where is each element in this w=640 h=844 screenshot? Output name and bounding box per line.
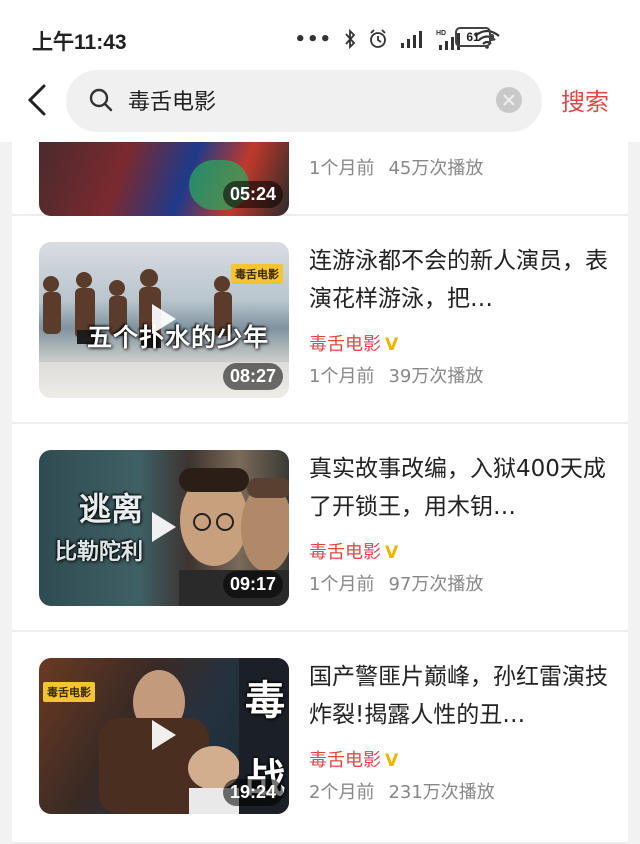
signal-icon — [401, 31, 422, 48]
video-duration: 09:17 — [222, 571, 283, 598]
verified-badge-icon: V — [385, 543, 399, 563]
list-item[interactable]: 05:24 1个月前 45万次播放 — [12, 142, 628, 216]
video-views: 97万次播放 — [388, 574, 484, 595]
thumbnail-overlay-title: 毒 — [245, 678, 285, 724]
video-age: 1个月前 — [309, 158, 375, 179]
video-views: 39万次播放 — [388, 366, 484, 387]
video-thumbnail[interactable]: 毒舌电影 毒 战 19:24 — [39, 658, 289, 814]
video-views: 231万次播放 — [388, 782, 495, 803]
channel-name[interactable]: 毒舌电影 V — [309, 746, 398, 772]
video-list: 05:24 1个月前 45万次播放 毒舌电影 五个扑水的少年 08:27 连游泳… — [12, 142, 628, 844]
video-age: 1个月前 — [309, 366, 375, 387]
verified-badge-icon: V — [385, 335, 399, 355]
status-time: 上午11:43 — [32, 31, 127, 54]
video-age: 2个月前 — [309, 782, 375, 803]
video-duration: 19:24 — [222, 779, 283, 806]
video-meta: 1个月前 45万次播放 — [309, 154, 483, 180]
list-item[interactable]: 毒舌电影 毒 战 19:24 国产警匪片巅峰，孙红雷演技炸裂!揭露人性的丑… 毒… — [12, 632, 628, 844]
search-box[interactable] — [66, 70, 542, 132]
thumbnail-brand-tag: 毒舌电影 — [231, 264, 283, 284]
thumbnail-brand-tag: 毒舌电影 — [43, 682, 95, 702]
channel-name[interactable]: 毒舌电影 V — [309, 538, 398, 564]
chevron-left-icon — [27, 84, 46, 116]
thumbnail-overlay-subtitle: 比勒陀利 — [55, 540, 144, 565]
bluetooth-icon — [345, 29, 356, 49]
video-meta: 1个月前 39万次播放 — [309, 362, 483, 388]
video-thumbnail[interactable]: 逃离 比勒陀利 09:17 — [39, 450, 289, 606]
video-title[interactable]: 真实故事改编，入狱400天成了开锁王，用木钥… — [309, 450, 609, 526]
video-thumbnail[interactable]: 05:24 — [39, 142, 289, 216]
more-dots-icon: ••• — [294, 28, 332, 50]
video-meta: 2个月前 231万次播放 — [309, 778, 495, 804]
thumbnail-overlay-title: 逃离 — [79, 490, 144, 528]
back-button[interactable] — [20, 80, 56, 120]
video-title[interactable]: 国产警匪片巅峰，孙红雷演技炸裂!揭露人性的丑… — [309, 658, 609, 734]
channel-label: 毒舌电影 — [309, 334, 381, 355]
video-title[interactable]: 连游泳都不会的新人演员，表演花样游泳，把… — [309, 242, 609, 318]
list-item[interactable]: 逃离 比勒陀利 09:17 真实故事改编，入狱400天成了开锁王，用木钥… 毒舌… — [12, 424, 628, 632]
video-duration: 05:24 — [222, 181, 283, 208]
channel-label: 毒舌电影 — [309, 750, 381, 771]
play-icon — [152, 720, 176, 750]
alarm-icon — [370, 29, 386, 48]
channel-label: 毒舌电影 — [309, 542, 381, 563]
play-icon — [152, 512, 176, 542]
video-thumbnail[interactable]: 毒舌电影 五个扑水的少年 08:27 — [39, 242, 289, 398]
search-header: 搜索 — [0, 70, 640, 142]
svg-text:HD: HD — [436, 30, 446, 37]
play-icon — [152, 304, 176, 334]
search-button[interactable]: 搜索 — [561, 82, 609, 117]
status-bar: 上午11:43 ••• HD 61 — [0, 0, 640, 70]
thumbnail-overlay-title: 五个扑水的少年 — [87, 323, 270, 352]
search-input[interactable] — [128, 84, 488, 116]
video-meta: 1个月前 97万次播放 — [309, 570, 483, 596]
battery-icon: 61 — [455, 27, 494, 47]
video-views: 45万次播放 — [388, 158, 484, 179]
verified-badge-icon: V — [385, 751, 399, 771]
clear-icon[interactable] — [496, 87, 522, 113]
video-age: 1个月前 — [309, 574, 375, 595]
search-icon — [89, 88, 113, 112]
channel-name[interactable]: 毒舌电影 V — [309, 330, 398, 356]
video-duration: 08:27 — [222, 363, 283, 390]
list-item[interactable]: 毒舌电影 五个扑水的少年 08:27 连游泳都不会的新人演员，表演花样游泳，把…… — [12, 216, 628, 424]
